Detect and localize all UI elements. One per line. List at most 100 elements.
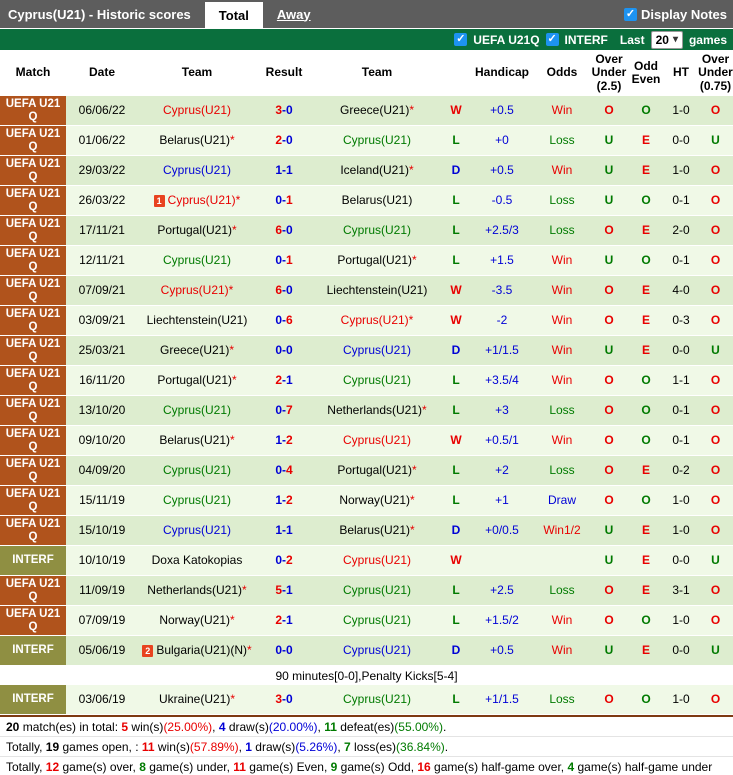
team-name: Iceland(U21) — [340, 162, 410, 177]
over-under-075-cell: O — [710, 402, 721, 417]
summary-segment: match(es) in total: — [19, 719, 122, 734]
handicap-cell: -2 — [496, 312, 508, 327]
date-cell: 10/10/19 — [78, 552, 126, 567]
league-cell: UEFA U21 Q — [0, 456, 66, 485]
odd-even-cell: O — [641, 612, 651, 627]
team-name: Cyprus(U21) — [342, 222, 411, 237]
interf-checkbox[interactable]: ✓ — [545, 33, 559, 46]
note-badge-icon: 2 — [142, 644, 154, 657]
over-under-075-cell: O — [710, 252, 721, 267]
summary-segment: draw(s) — [225, 719, 269, 734]
summary-segment: 16 — [417, 759, 431, 774]
team-name: Cyprus(U21) — [167, 192, 236, 207]
tab-away[interactable]: Away — [263, 0, 325, 28]
team-name: Liechtenstein(U21) — [326, 282, 428, 297]
home-score: 0 — [275, 342, 282, 357]
over-under-075-cell: U — [711, 642, 720, 657]
summary-segment: win(s) — [154, 739, 190, 754]
odd-even-cell: E — [641, 162, 650, 177]
date-cell: 29/03/22 — [78, 162, 126, 177]
home-score: 0 — [275, 192, 282, 207]
league-cell: UEFA U21 Q — [0, 426, 66, 455]
uefa-u21q-label: UEFA U21Q — [473, 32, 540, 47]
summary-segment: games open, : — [59, 739, 142, 754]
away-score: 7 — [286, 402, 293, 417]
home-score: 0 — [275, 462, 282, 477]
away-score: 1 — [286, 522, 293, 537]
odds-cell: Win — [551, 372, 573, 387]
date-cell: 01/06/22 — [78, 132, 126, 147]
over-under-075-cell: O — [710, 282, 721, 297]
table-row: UEFA U21 Q 06/06/22 Cyprus(U21) 3-0 Greece(U… — [0, 96, 733, 126]
odds-cell: Win — [551, 312, 573, 327]
result-letter-cell: W — [450, 312, 462, 327]
home-team-cell: Cyprus(U21) — [138, 456, 256, 485]
table-row: UEFA U21 Q 15/10/19 Cyprus(U21) 1-1 Belarus(… — [0, 516, 733, 546]
ht-score-cell: 0-0 — [672, 642, 690, 657]
home-team-cell: Cyprus(U21) — [138, 156, 256, 185]
league-filter-bar: ✓ UEFA U21Q ✓ INTERF Last 20 ▾ games — [0, 28, 733, 50]
last-games-select[interactable]: 20 ▾ — [650, 30, 683, 49]
league-cell: UEFA U21 Q — [0, 216, 66, 245]
summary-segment: 19 — [45, 739, 60, 754]
home-score: 6 — [275, 282, 282, 297]
table-row: UEFA U21 Q 15/11/19 Cyprus(U21) 1-2 Norway(U… — [0, 486, 733, 516]
odd-even-cell: E — [641, 642, 650, 657]
away-marker: * — [412, 462, 417, 477]
over-under-25-cell: U — [604, 132, 614, 147]
team-name: Cyprus(U21) — [162, 102, 231, 117]
summary-segment: (5.26%) — [295, 739, 338, 754]
tab-total[interactable]: Total — [204, 2, 263, 28]
score-cell: 0-6 — [256, 306, 312, 335]
league-cell: UEFA U21 Q — [0, 276, 66, 305]
uefa-u21q-checkbox[interactable]: ✓ — [454, 33, 468, 46]
away-score: 0 — [286, 282, 293, 297]
date-cell: 16/11/20 — [79, 372, 125, 387]
handicap-cell: +0.5 — [490, 102, 514, 117]
away-team-cell: Cyprus(U21) — [312, 606, 442, 635]
over-under-25-cell: U — [604, 192, 614, 207]
league-cell: UEFA U21 Q — [0, 186, 66, 215]
home-team-cell: Portugal(U21) * — [138, 216, 256, 245]
table-row: UEFA U21 Q 04/09/20 Cyprus(U21) 0-4 Portugal… — [0, 456, 733, 486]
odds-cell: Win — [551, 102, 573, 117]
ht-score-cell: 3-1 — [672, 582, 690, 597]
team-name: Ukraine(U21) — [158, 691, 231, 706]
date-cell: 15/10/19 — [78, 522, 126, 537]
away-team-cell: Liechtenstein(U21) — [312, 276, 442, 305]
team-name: Portugal(U21) — [337, 252, 413, 267]
team-name: Belarus(U21) — [341, 192, 413, 207]
odd-even-cell: E — [641, 582, 650, 597]
over-under-075-cell: O — [710, 312, 721, 327]
home-team-cell: Belarus(U21) * — [138, 426, 256, 455]
away-team-cell: Belarus(U21) — [312, 186, 442, 215]
display-notes-checkbox[interactable]: ✓ — [624, 7, 638, 21]
home-team-cell: Doxa Katokopias — [138, 546, 256, 575]
page-title: Cyprus(U21) - Historic scores — [8, 6, 191, 22]
league-cell: UEFA U21 Q — [0, 366, 66, 395]
league-cell: UEFA U21 Q — [0, 486, 66, 515]
table-row: INTERF 10/10/19 Doxa Katokopias 0-2 Cyprus(U… — [0, 546, 733, 576]
date-cell: 03/06/19 — [78, 691, 126, 706]
interf-label: INTERF — [564, 32, 608, 47]
league-cell: UEFA U21 Q — [0, 246, 66, 275]
col-header-team-away: Team — [361, 65, 393, 80]
col-header-ht: HT — [673, 65, 689, 80]
table-row: INTERF 05/06/19 2 Bulgaria(U21)(N) * 0-0 Cypru… — [0, 636, 733, 666]
summary-segment: (36.84%) — [396, 739, 445, 754]
home-score: 2 — [275, 132, 282, 147]
over-under-075-cell: O — [710, 462, 721, 477]
table-row: UEFA U21 Q 12/11/21 Cyprus(U21) 0-1 Portugal… — [0, 246, 733, 276]
last-games-value: 20 — [655, 32, 669, 47]
summary-segment: 4 — [567, 759, 575, 774]
over-under-25-cell: O — [604, 102, 614, 117]
match-note: 90 minutes[0-0],Penalty Kicks[5-4] — [0, 666, 733, 685]
summary-segment: 5 — [121, 719, 129, 734]
away-team-cell: Cyprus(U21) — [312, 546, 442, 575]
table-row: UEFA U21 Q 17/11/21 Portugal(U21) * 6-0 Cypru… — [0, 216, 733, 246]
summary-segment: 7 — [344, 739, 351, 754]
home-team-cell: Ukraine(U21) * — [138, 685, 256, 714]
ht-score-cell: 1-0 — [672, 102, 690, 117]
over-under-075-cell: O — [710, 522, 721, 537]
away-marker: * — [230, 132, 235, 147]
